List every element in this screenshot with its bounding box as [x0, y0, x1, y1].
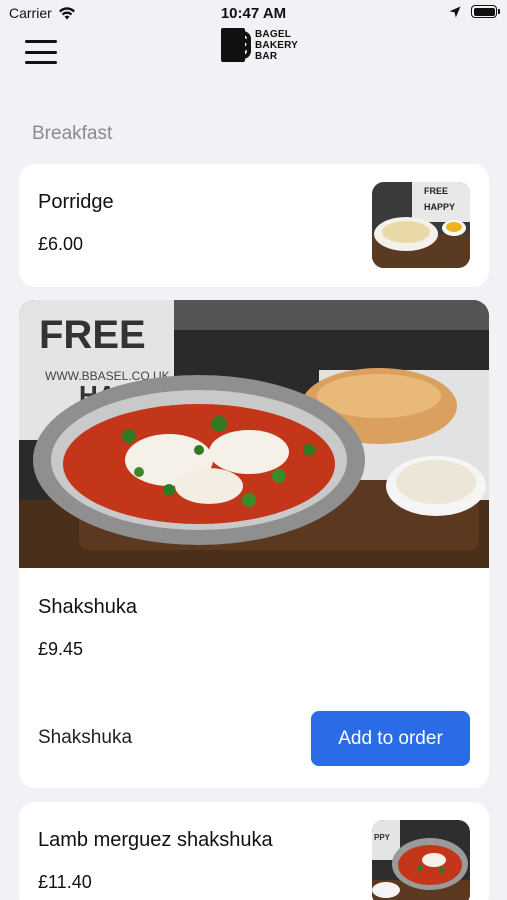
item-name: Shakshuka	[38, 596, 137, 618]
porridge-photo: FREE HAPPY	[372, 182, 470, 268]
item-price: £11.40	[38, 872, 92, 892]
add-to-order-button[interactable]: Add to order	[311, 711, 470, 766]
logo-text: BAGEL BAKERY BAR	[255, 28, 299, 62]
svg-text:HAPPY: HAPPY	[424, 202, 455, 212]
menu-icon[interactable]	[25, 40, 57, 64]
item-name: Porridge	[38, 191, 114, 213]
bagel-bakery-bar-logo: BAGEL BAKERY BAR	[221, 28, 298, 62]
item-name: Lamb merguez shakshuka	[38, 829, 273, 851]
svg-text:FREE: FREE	[424, 186, 448, 196]
item-price: £6.00	[38, 234, 84, 254]
menu-item-card-expanded[interactable]: FREE WWW.BBASEL.CO.UK HAPPY Sha	[19, 300, 489, 788]
logo-b-mark	[221, 28, 251, 62]
app-header: BAGEL BAKERY BAR	[0, 28, 507, 78]
shakshuka-photo: FREE WWW.BBASEL.CO.UK HAPPY	[19, 300, 489, 568]
status-time: 10:47 AM	[220, 5, 287, 22]
location-arrow-icon	[449, 6, 461, 17]
variant-label: Shakshuka	[38, 727, 133, 748]
menu-item-card[interactable]: Lamb merguez shakshuka £11.40 PPY	[19, 802, 489, 900]
menu-item-card[interactable]: Porridge £6.00 FREE HAPPY	[19, 164, 489, 287]
svg-text:FREE: FREE	[39, 313, 146, 357]
status-indicators	[449, 5, 500, 18]
merguez-shakshuka-photo: PPY	[372, 820, 470, 900]
section-title: Breakfast	[32, 123, 113, 144]
item-price: £9.45	[38, 639, 84, 659]
status-bar: Carrier 10:47 AM	[0, 0, 507, 28]
svg-text:PPY: PPY	[374, 833, 391, 842]
battery-icon	[471, 5, 500, 18]
